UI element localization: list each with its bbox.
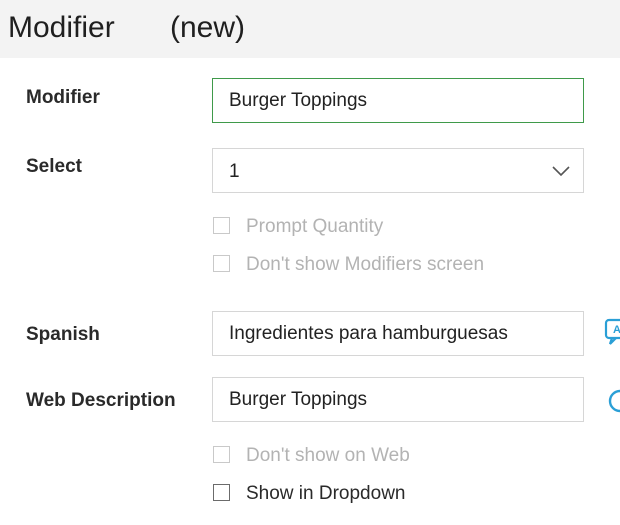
svg-text:A: A: [613, 324, 620, 336]
show-in-dropdown-label: Show in Dropdown: [246, 483, 406, 504]
page-title: Modifier: [8, 11, 115, 44]
show-in-dropdown-checkbox[interactable]: [213, 484, 230, 501]
prompt-quantity-checkbox[interactable]: [213, 217, 230, 234]
spanish-label: Spanish: [26, 324, 100, 345]
dont-show-modifiers-label: Don't show Modifiers screen: [246, 254, 485, 275]
select-label: Select: [26, 156, 82, 177]
dont-show-on-web-checkbox[interactable]: [213, 446, 230, 463]
prompt-quantity-label: Prompt Quantity: [246, 216, 384, 237]
select-value: 1: [229, 161, 240, 182]
web-description-input[interactable]: [212, 377, 584, 422]
spanish-input[interactable]: [212, 311, 584, 356]
select-dropdown[interactable]: 1: [212, 148, 584, 193]
refresh-icon[interactable]: [606, 388, 620, 414]
dont-show-on-web-label: Don't show on Web: [246, 445, 410, 466]
web-description-label: Web Description: [26, 390, 176, 411]
translate-icon[interactable]: A: [604, 318, 620, 346]
modifier-label: Modifier: [26, 87, 100, 108]
page-header: Modifier (new): [0, 0, 620, 58]
modifier-input[interactable]: [212, 78, 584, 123]
dont-show-modifiers-checkbox[interactable]: [213, 255, 230, 272]
chevron-down-icon: [552, 166, 570, 177]
page-status: (new): [170, 11, 246, 44]
